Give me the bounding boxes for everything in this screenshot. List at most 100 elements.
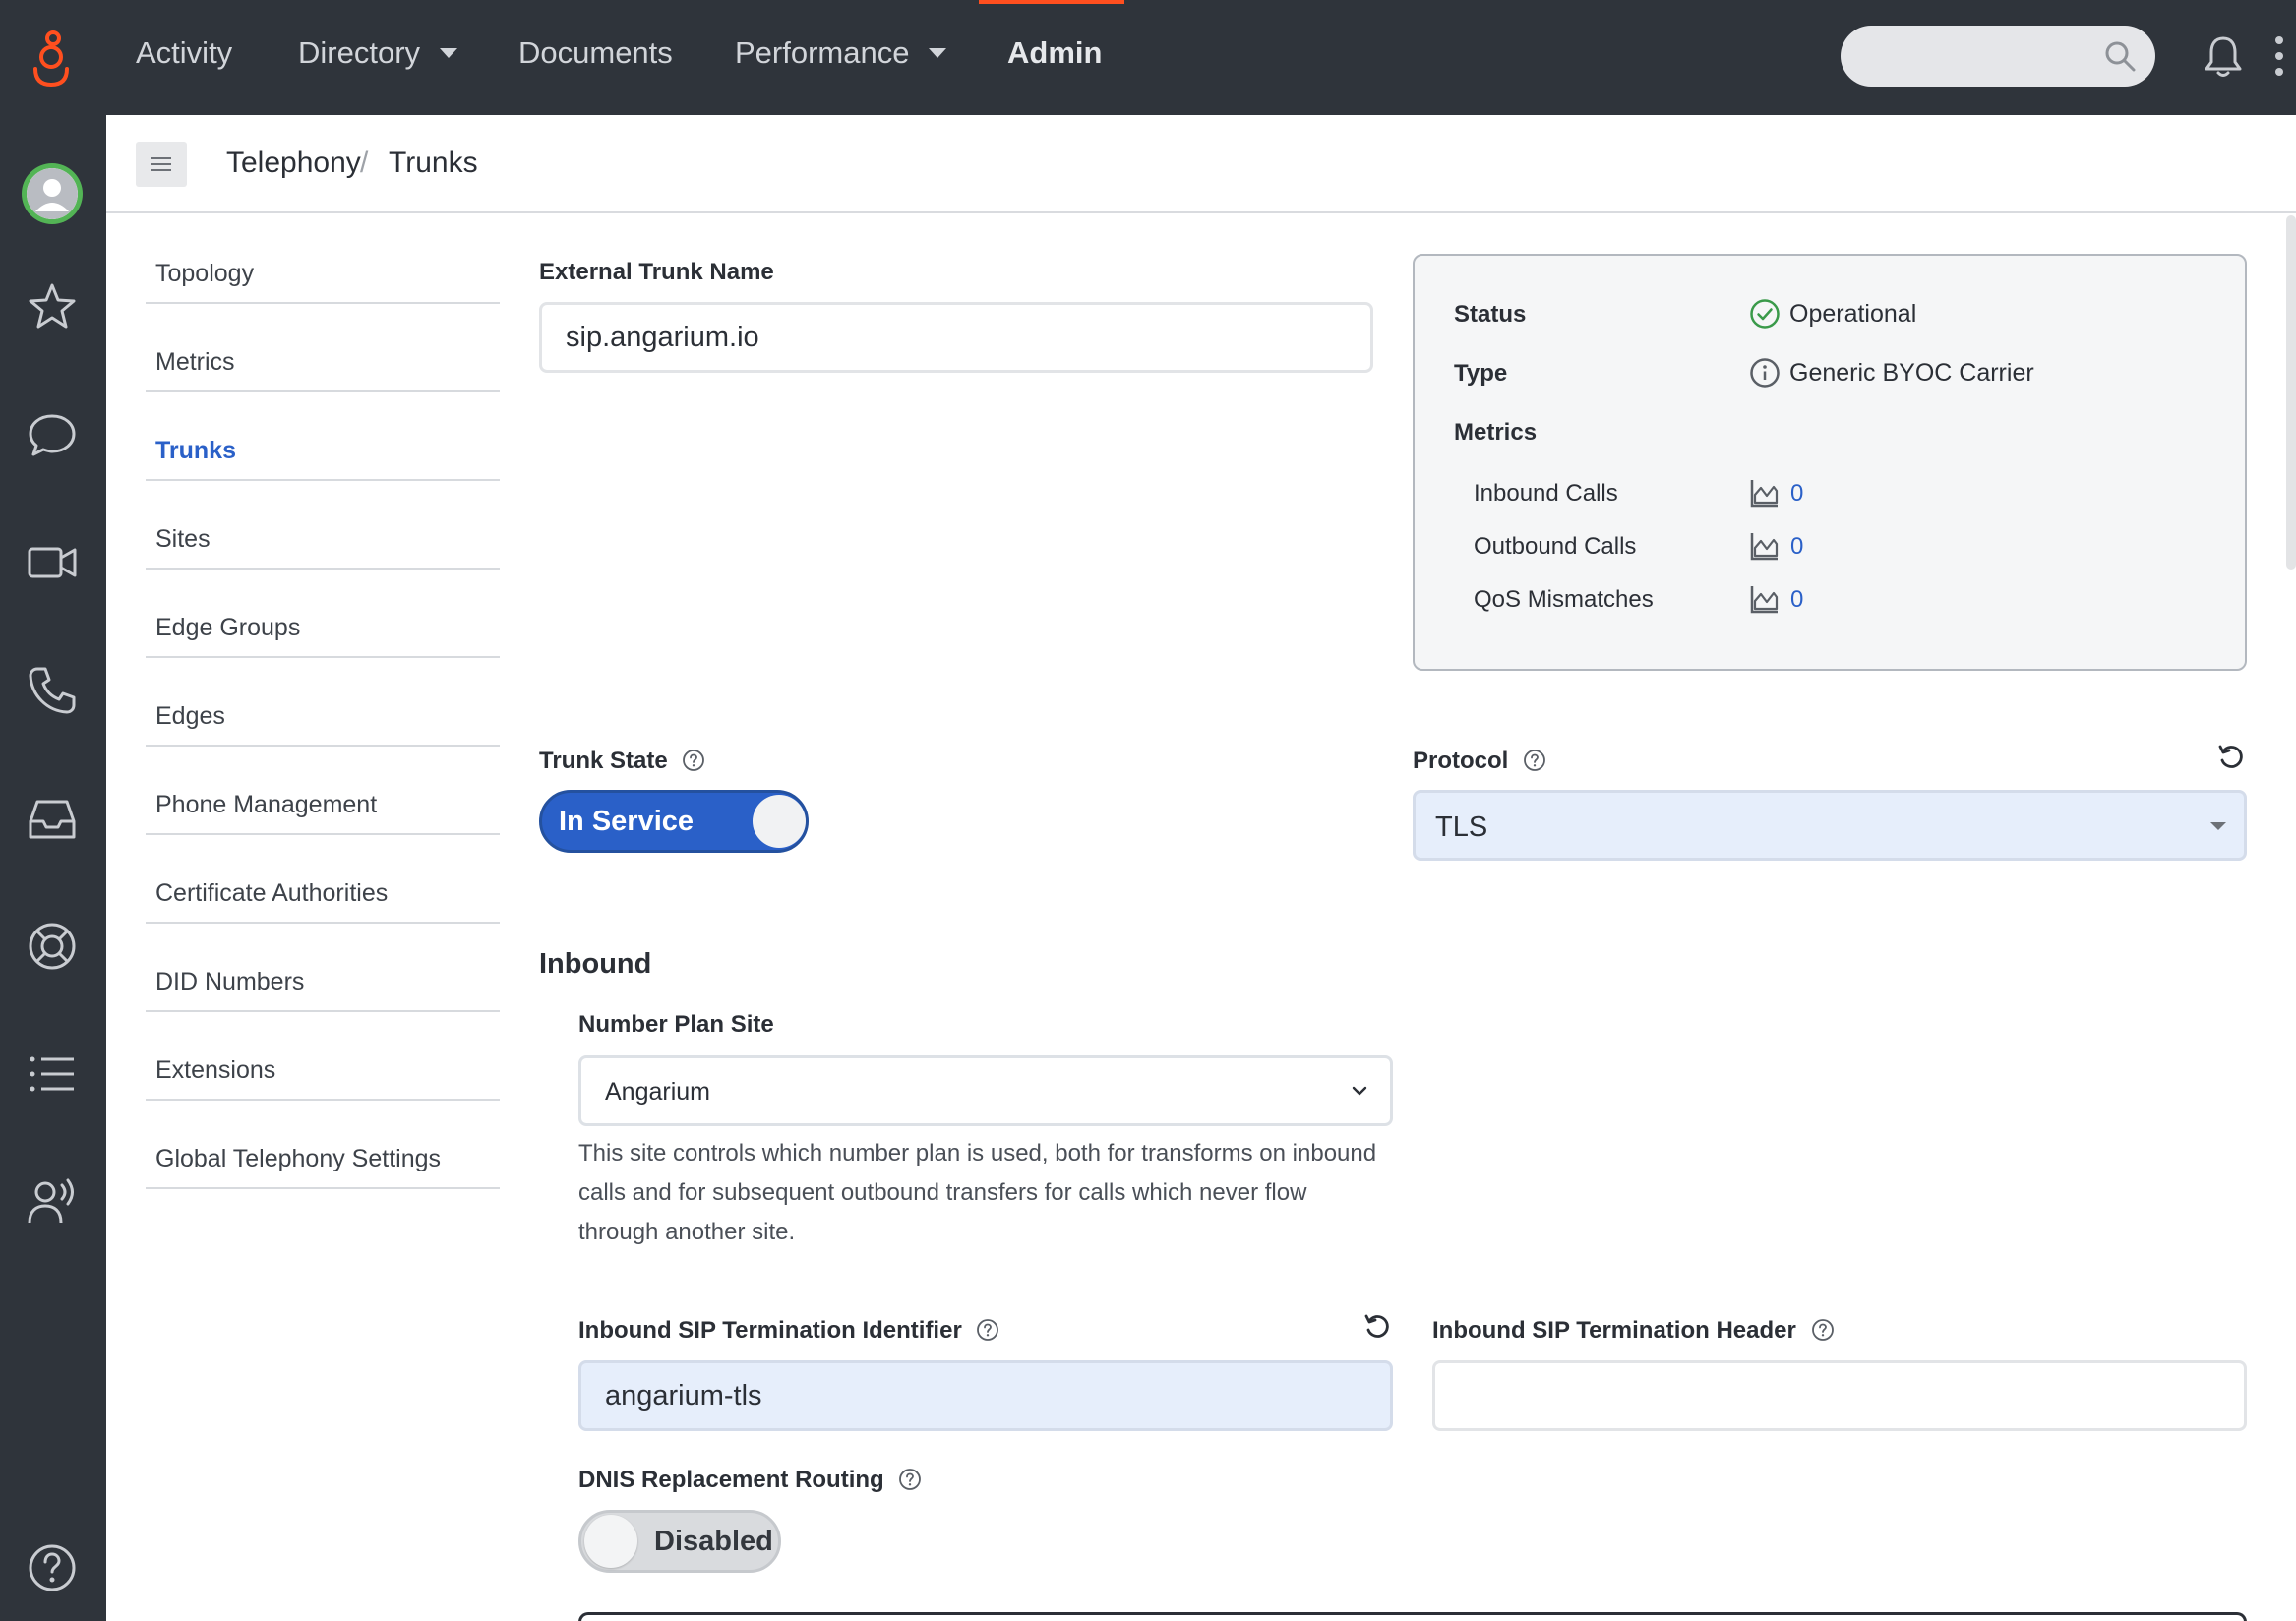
metrics-label: Metrics [1454,419,1538,446]
number-plan-site-help: This site controls which number plan is … [578,1134,1415,1252]
reset-icon[interactable] [1363,1313,1391,1341]
subnav-item-global-telephony-settings[interactable]: Global Telephony Settings [146,1101,500,1189]
breadcrumb-current: Trunks [389,147,478,179]
external-trunk-name-label: External Trunk Name [539,259,774,285]
genesys-logo-icon[interactable] [28,30,77,89]
inbound-calls-label: Inbound Calls [1474,480,1618,507]
sip-termination-header-input[interactable] [1432,1360,2247,1431]
nav-admin[interactable]: Admin [1007,0,1102,106]
status-value: Operational [1789,300,1917,328]
type-value: Generic BYOC Carrier [1789,359,2034,387]
outbound-calls-label: Outbound Calls [1474,533,1637,560]
protocol-label-text: Protocol [1413,748,1509,774]
help-circle-icon[interactable] [976,1318,999,1342]
check-circle-icon [1750,299,1780,329]
next-field-partial [578,1612,2247,1621]
toggle-knob [753,795,806,848]
subnav-item-metrics[interactable]: Metrics [146,304,500,392]
trunk-state-value: In Service [559,806,695,837]
left-rail [0,115,106,1621]
nav-performance-label: Performance [735,35,910,70]
menu-toggle-button[interactable] [136,142,187,187]
sip-termination-identifier-label: Inbound SIP Termination Identifier [578,1317,999,1345]
protocol-select[interactable]: TLS [1413,790,2247,861]
subnav-item-sites[interactable]: Sites [146,481,500,570]
user-voice-icon[interactable] [26,1175,79,1229]
help-icon[interactable] [26,1541,79,1594]
number-plan-site-select[interactable]: Angarium [578,1055,1393,1126]
chevron-down-icon [1352,1086,1367,1096]
dnis-replacement-routing-value: Disabled [654,1526,773,1557]
video-icon[interactable] [26,536,79,589]
hamburger-icon [151,157,171,159]
breadcrumb-separator: / [360,147,369,179]
qos-mismatches-link[interactable]: 0 [1790,586,1803,614]
sip-termination-identifier-input[interactable] [578,1360,1393,1431]
info-icon [1750,358,1780,388]
nav-activity-label: Activity [136,35,233,70]
support-lifebuoy-icon[interactable] [26,920,79,973]
trunk-state-label: Trunk State [539,748,705,775]
trunk-state-label-text: Trunk State [539,748,668,774]
nav-activity[interactable]: Activity [136,0,232,106]
hamburger-icon-line [151,169,171,171]
area-chart-icon [1750,533,1779,561]
reset-icon[interactable] [2217,744,2245,771]
top-bar: Activity Directory Documents Performance… [0,0,2296,115]
nav-admin-label: Admin [1007,35,1103,70]
number-plan-site-label: Number Plan Site [578,1011,774,1038]
dnis-replacement-routing-toggle[interactable]: Disabled [578,1510,781,1573]
help-circle-icon[interactable] [898,1468,922,1491]
sip-termination-identifier-label-text: Inbound SIP Termination Identifier [578,1317,962,1344]
help-circle-icon[interactable] [1811,1318,1835,1342]
notification-bell-icon[interactable] [2202,33,2245,79]
subnav-item-trunks[interactable]: Trunks [146,392,500,481]
dnis-replacement-routing-label: DNIS Replacement Routing [578,1467,922,1494]
external-trunk-name-input[interactable] [539,302,1373,373]
number-plan-site-value: Angarium [605,1078,710,1106]
active-nav-indicator [979,0,1124,4]
subnav-item-phone-management[interactable]: Phone Management [146,747,500,835]
sip-termination-header-label: Inbound SIP Termination Header [1432,1317,1835,1345]
number-plan-site-help-line-2: calls and for subsequent outbound transf… [578,1179,1307,1206]
sip-termination-header-label-text: Inbound SIP Termination Header [1432,1317,1796,1344]
trunk-state-toggle[interactable]: In Service [539,790,809,853]
number-plan-site-help-line-3: through another site. [578,1219,796,1245]
inbound-calls-link[interactable]: 0 [1790,480,1803,508]
avatar[interactable] [22,163,83,224]
subnav-item-extensions[interactable]: Extensions [146,1012,500,1101]
status-label: Status [1454,301,1527,328]
breadcrumb-telephony[interactable]: Telephony [226,147,361,180]
nav-performance[interactable]: Performance [735,0,947,106]
protocol-value: TLS [1435,811,1488,843]
help-circle-icon[interactable] [1523,749,1546,772]
area-chart-icon [1750,586,1779,614]
inbox-icon[interactable] [26,792,79,845]
area-chart-icon [1750,480,1779,508]
inbound-section-title: Inbound [539,948,652,980]
telephony-subnav: Topology Metrics Trunks Sites Edge Group… [146,215,500,1189]
search-icon[interactable] [2103,39,2137,73]
more-options-icon[interactable] [2272,33,2286,79]
subnav-item-did-numbers[interactable]: DID Numbers [146,924,500,1012]
trunk-status-panel: Status Operational Type Generic BYOC Car… [1413,254,2247,671]
chevron-down-icon [929,47,947,58]
hamburger-icon-line [151,163,171,165]
nav-documents[interactable]: Documents [518,0,673,106]
subnav-item-edge-groups[interactable]: Edge Groups [146,570,500,658]
subnav-item-certificate-authorities[interactable]: Certificate Authorities [146,835,500,924]
star-icon[interactable] [26,280,79,333]
help-circle-icon[interactable] [682,749,705,772]
list-icon[interactable] [26,1048,79,1101]
nav-directory[interactable]: Directory [298,0,458,106]
outbound-calls-link[interactable]: 0 [1790,533,1803,561]
chat-icon[interactable] [26,408,79,461]
subnav-item-edges[interactable]: Edges [146,658,500,747]
subnav-item-topology[interactable]: Topology [146,215,500,304]
number-plan-site-help-line-1: This site controls which number plan is … [578,1140,1377,1167]
qos-mismatches-label: QoS Mismatches [1474,586,1654,613]
protocol-label: Protocol [1413,748,1546,775]
phone-icon[interactable] [26,664,79,717]
scrollbar[interactable] [2286,215,2296,570]
dnis-replacement-routing-label-text: DNIS Replacement Routing [578,1467,884,1493]
